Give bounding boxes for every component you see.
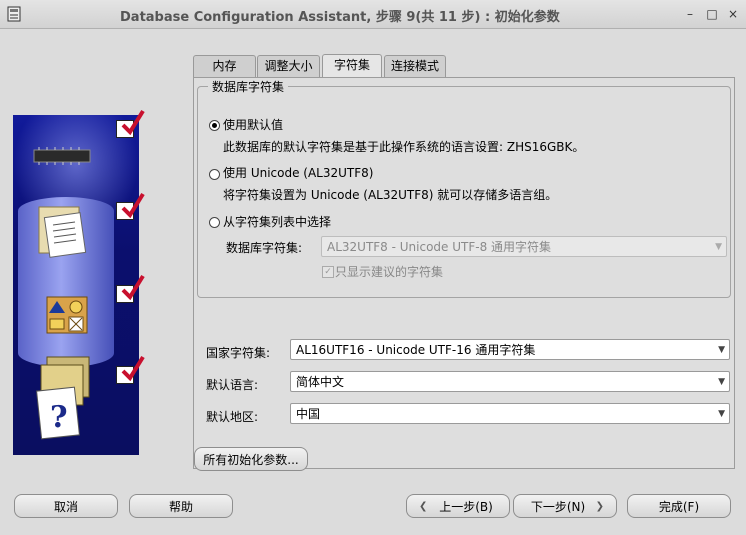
tab-sizing[interactable]: 调整大小 [257,55,320,77]
chevron-down-icon: ▼ [718,377,725,387]
next-button[interactable]: 下一步(N) ❯ [513,494,617,518]
db-charset-label: 数据库字符集: [226,241,303,255]
default-language-select[interactable]: 简体中文 ▼ [290,371,730,392]
title-bar: Database Configuration Assistant, 步骤 9(共… [0,0,746,29]
database-charset-group: 数据库字符集 使用默认值 此数据库的默认字符集是基于此操作系统的语言设置: ZH… [197,78,731,298]
chevron-left-icon: ❮ [419,501,428,512]
maximize-button[interactable]: □ [703,5,721,23]
chevron-down-icon: ▼ [718,409,725,419]
national-charset-label: 国家字符集: [206,346,271,360]
default-language-label: 默认语言: [206,378,259,392]
dialog-body: ? 内存 调整大小 字符集 连接模式 数据库字符集 使用默认值 此数据库的默认字… [0,29,746,535]
back-button[interactable]: ❮ 上一步(B) [406,494,510,518]
default-territory-label: 默认地区: [206,410,259,424]
unicode-charset-label[interactable]: 使用 Unicode (AL32UTF8) [223,164,373,181]
shapes-icon [46,296,88,334]
finish-button[interactable]: 完成(F) [627,494,731,518]
svg-text:?: ? [50,400,68,435]
default-charset-description: 此数据库的默认字符集是基于此操作系统的语言设置: ZHS16GBK。 [223,140,585,154]
window-title: Database Configuration Assistant, 步骤 9(共… [120,10,560,25]
tab-charset[interactable]: 字符集 [322,54,382,78]
minimize-button[interactable]: – [681,5,699,23]
cancel-button[interactable]: 取消 [14,494,118,518]
default-territory-select[interactable]: 中国 ▼ [290,403,730,424]
checkmark-icon [121,109,145,135]
help-button[interactable]: 帮助 [129,494,233,518]
checkmark-icon [121,192,145,218]
choose-charset-radio[interactable] [209,217,220,228]
default-charset-radio[interactable] [209,120,220,131]
recommended-only-label: 只显示建议的字符集 [335,265,444,279]
chevron-right-icon: ❯ [595,501,604,512]
choose-charset-label[interactable]: 从字符集列表中选择 [223,213,331,230]
help-documents-icon: ? [36,356,90,440]
tab-memory[interactable]: 内存 [193,55,256,77]
unicode-charset-description: 将字符集设置为 Unicode (AL32UTF8) 就可以存储多语言组。 [223,188,558,202]
group-legend: 数据库字符集 [208,78,289,95]
db-charset-select[interactable]: AL32UTF8 - Unicode UTF-8 通用字符集 ▼ [321,236,727,257]
default-charset-label[interactable]: 使用默认值 [223,116,283,133]
checkmark-icon [121,355,145,381]
documents-folder-icon [38,206,87,258]
chevron-down-icon: ▼ [715,242,722,252]
national-charset-select[interactable]: AL16UTF16 - Unicode UTF-16 通用字符集 ▼ [290,339,730,360]
charset-tab-panel: 数据库字符集 使用默认值 此数据库的默认字符集是基于此操作系统的语言设置: ZH… [193,77,735,469]
tab-connection-mode[interactable]: 连接模式 [384,55,446,77]
memory-chip-icon [33,147,91,165]
checkmark-icon [121,274,145,300]
app-icon [7,6,21,22]
all-init-params-button[interactable]: 所有初始化参数... [194,447,308,471]
recommended-only-checkbox[interactable]: ✓ [322,266,334,278]
chevron-down-icon: ▼ [718,345,725,355]
unicode-charset-radio[interactable] [209,169,220,180]
close-button[interactable]: × [724,5,742,23]
